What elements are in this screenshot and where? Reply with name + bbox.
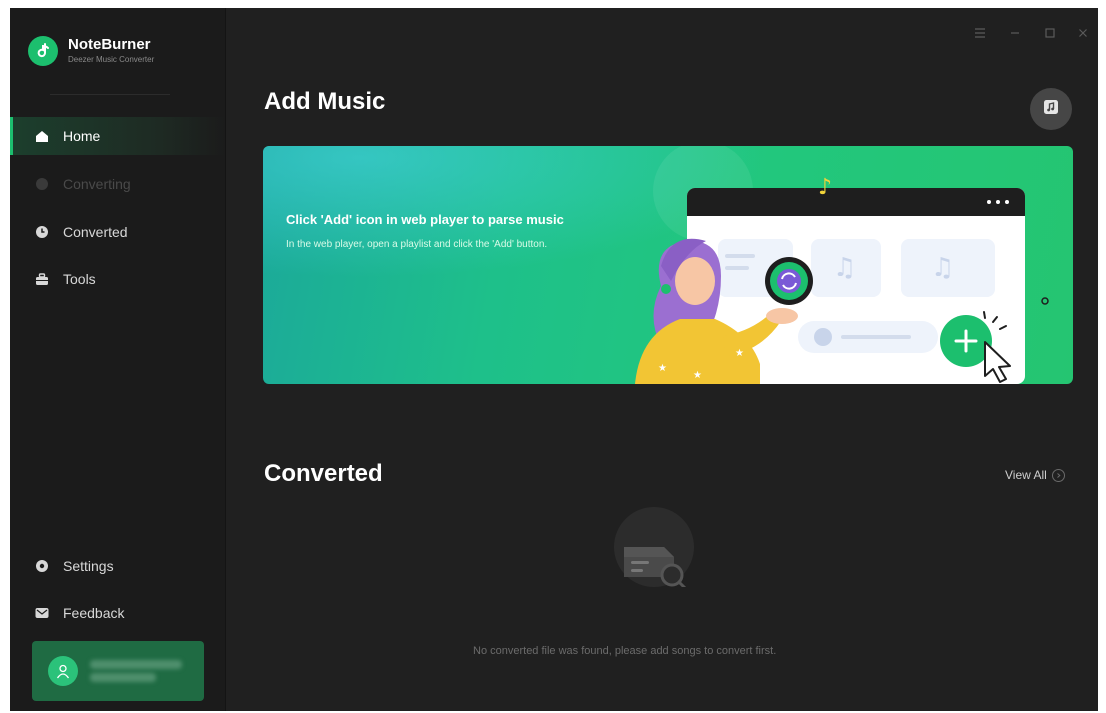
sidebar-item-tools[interactable]: Tools (10, 260, 225, 298)
sidebar-item-label: Settings (63, 558, 114, 574)
view-all-label: View All (1005, 468, 1047, 482)
converting-icon (35, 177, 49, 191)
sidebar: NoteBurner Deezer Music Converter Home C… (10, 8, 226, 711)
music-note-square-icon (1042, 98, 1060, 121)
user-account-card[interactable] (32, 641, 204, 701)
sidebar-item-settings[interactable]: Settings (10, 547, 225, 585)
chevron-right-icon (1051, 468, 1065, 482)
svg-text:♫: ♫ (931, 253, 954, 283)
avatar (48, 656, 78, 686)
view-all-link[interactable]: View All (1005, 468, 1065, 482)
music-library-button[interactable] (1030, 88, 1072, 130)
brand-divider (50, 94, 170, 95)
noteburner-logo-icon (28, 36, 58, 66)
empty-state-message: No converted file was found, please add … (473, 645, 777, 657)
home-icon (35, 129, 49, 143)
sidebar-item-label: Tools (63, 271, 96, 287)
file-search-icon (624, 547, 687, 590)
sidebar-item-feedback[interactable]: Feedback (10, 594, 225, 632)
sidebar-item-label: Converting (63, 176, 131, 192)
sidebar-item-converting[interactable]: Converting (10, 165, 225, 203)
maximize-icon[interactable] (1043, 26, 1057, 40)
sidebar-item-label: Converted (63, 224, 128, 240)
add-music-banner[interactable]: ♫ ♫ ♪ ★ ★ ★ Click 'Add' icon in web play… (263, 146, 1073, 384)
sidebar-item-label: Home (63, 128, 101, 144)
sidebar-item-label: Feedback (63, 605, 125, 621)
gear-icon (35, 559, 49, 573)
blurred-account-info (90, 656, 182, 686)
banner-subtext: In the web player, open a playlist and c… (286, 239, 548, 250)
sidebar-item-home[interactable]: Home (10, 117, 225, 155)
svg-text:★: ★ (658, 363, 667, 374)
mail-icon (35, 606, 49, 620)
svg-text:♫: ♫ (833, 253, 856, 283)
close-icon[interactable] (1076, 26, 1090, 40)
svg-text:♪: ♪ (818, 175, 832, 200)
app-subtitle: Deezer Music Converter (68, 55, 155, 64)
banner-illustration: ♫ ♫ ♪ ★ ★ ★ (263, 146, 1073, 384)
toolbox-icon (35, 272, 49, 286)
app-window: NoteBurner Deezer Music Converter Home C… (10, 8, 1098, 711)
empty-state-illustration (614, 507, 694, 590)
svg-text:★: ★ (693, 370, 702, 381)
clock-icon (35, 225, 49, 239)
banner-headline: Click 'Add' icon in web player to parse … (286, 212, 564, 227)
add-music-title: Add Music (264, 88, 386, 115)
app-name: NoteBurner (68, 36, 151, 53)
minimize-icon[interactable] (1008, 26, 1022, 40)
svg-text:★: ★ (735, 348, 744, 359)
brand: NoteBurner Deezer Music Converter (28, 36, 154, 66)
sidebar-item-converted[interactable]: Converted (10, 213, 225, 251)
menu-icon[interactable] (973, 26, 987, 40)
converted-title: Converted (264, 460, 383, 487)
